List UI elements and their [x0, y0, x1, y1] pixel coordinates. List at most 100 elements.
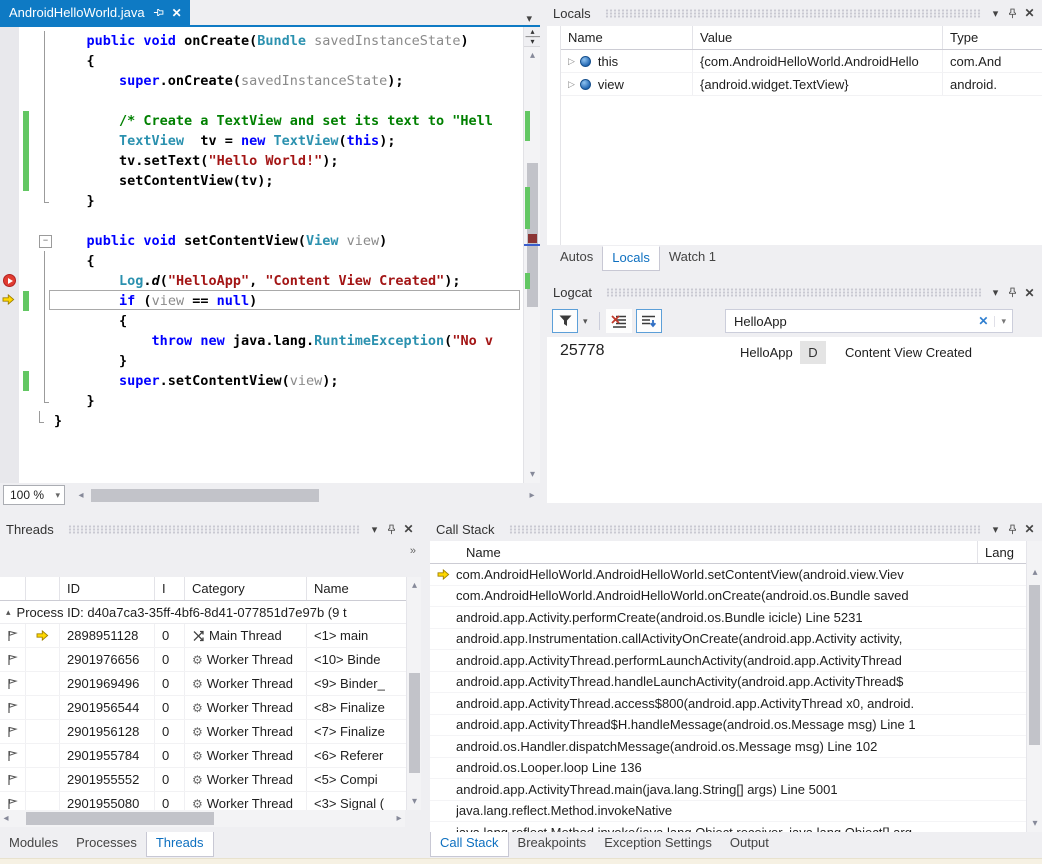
- expander-icon[interactable]: ▷: [568, 79, 575, 90]
- scrollbar-thumb[interactable]: [1029, 585, 1040, 745]
- code-line[interactable]: }: [0, 191, 523, 211]
- flag-cell[interactable]: [0, 744, 26, 767]
- flag-cell[interactable]: [0, 768, 26, 791]
- locals-row[interactable]: ▷this{com.AndroidHelloWorld.AndroidHello…: [561, 50, 1042, 73]
- locals-title-bar[interactable]: Locals ▾ ✕: [547, 0, 1042, 24]
- close-icon[interactable]: ✕: [1021, 5, 1038, 22]
- threads-header[interactable]: ID I Category Name: [0, 577, 421, 601]
- scroll-right-icon[interactable]: ▸: [393, 810, 405, 827]
- code-line[interactable]: TextView tv = new TextView(this);: [0, 131, 523, 151]
- splitter-handle-icon[interactable]: ▴——▾: [524, 27, 540, 47]
- call-stack-vertical-scrollbar[interactable]: ▴ ▾: [1026, 541, 1042, 832]
- column-header-name[interactable]: Name: [456, 541, 978, 563]
- scroll-down-icon[interactable]: ▾: [1027, 818, 1042, 829]
- code-line[interactable]: [0, 91, 523, 111]
- tab-breakpoints[interactable]: Breakpoints: [509, 832, 596, 857]
- column-header-managed-id[interactable]: I: [155, 577, 185, 600]
- tab-exception-settings[interactable]: Exception Settings: [595, 832, 721, 857]
- editor-zoom-select[interactable]: 100 % ▾: [3, 485, 65, 505]
- code-line[interactable]: {: [0, 251, 523, 271]
- locals-row[interactable]: ▷view{android.widget.TextView}android.: [561, 73, 1042, 96]
- tab-processes[interactable]: Processes: [67, 832, 146, 857]
- scroll-up-icon[interactable]: ▴: [407, 580, 421, 591]
- thread-row[interactable]: 29019766560⚙ Worker Thread<10> Binde: [0, 648, 421, 672]
- search-options-caret-icon[interactable]: ▾: [994, 316, 1012, 327]
- window-position-caret-icon[interactable]: ▾: [987, 284, 1004, 301]
- stack-frame-row[interactable]: android.app.ActivityThread$H.handleMessa…: [430, 715, 1042, 737]
- logcat-list[interactable]: 25778HelloAppDContent View Created: [547, 337, 1042, 503]
- editor-vertical-scrollbar[interactable]: ▴——▾ ▴ ▾: [523, 27, 540, 483]
- close-icon[interactable]: ✕: [172, 6, 182, 20]
- close-icon[interactable]: ✕: [1021, 521, 1038, 538]
- flag-cell[interactable]: [0, 792, 26, 810]
- stack-frame-row[interactable]: com.AndroidHelloWorld.AndroidHelloWorld.…: [430, 564, 1042, 586]
- stack-frame-row[interactable]: android.os.Looper.loop Line 136: [430, 758, 1042, 780]
- toolbar-overflow-icon[interactable]: »: [410, 545, 415, 557]
- pin-icon[interactable]: [1004, 284, 1021, 301]
- pin-icon[interactable]: [1004, 521, 1021, 538]
- flag-icon[interactable]: [7, 678, 18, 690]
- tab-autos[interactable]: Autos: [551, 246, 602, 269]
- stack-frame-row[interactable]: android.app.ActivityThread.performLaunch…: [430, 650, 1042, 672]
- flag-icon[interactable]: [7, 630, 18, 642]
- tab-modules[interactable]: Modules: [0, 832, 67, 857]
- window-position-caret-icon[interactable]: ▾: [366, 521, 383, 538]
- column-header-id[interactable]: ID: [60, 577, 155, 600]
- stack-frame-row[interactable]: java.lang.reflect.Method.invokeNative: [430, 801, 1042, 823]
- code-line[interactable]: [0, 211, 523, 231]
- code-line[interactable]: super.onCreate(savedInstanceState);: [0, 71, 523, 91]
- tab-threads[interactable]: Threads: [146, 832, 214, 857]
- document-list-caret-icon[interactable]: ▾: [518, 12, 540, 25]
- stack-frame-row[interactable]: com.AndroidHelloWorld.AndroidHelloWorld.…: [430, 586, 1042, 608]
- window-position-caret-icon[interactable]: ▾: [987, 5, 1004, 22]
- stack-frame-row[interactable]: android.app.ActivityThread.main(java.lan…: [430, 779, 1042, 801]
- code-line[interactable]: }: [0, 391, 523, 411]
- flag-cell[interactable]: [0, 696, 26, 719]
- call-stack-title-bar[interactable]: Call Stack ▾ ✕: [430, 517, 1042, 541]
- code-line[interactable]: {: [0, 51, 523, 71]
- scrollbar-thumb[interactable]: [409, 673, 420, 773]
- column-header-value[interactable]: Value: [693, 26, 943, 49]
- thread-row[interactable]: 29019555520⚙ Worker Thread<5> Compi: [0, 768, 421, 792]
- collapse-icon[interactable]: ▴: [6, 607, 11, 618]
- thread-row[interactable]: 29019557840⚙ Worker Thread<6> Referer: [0, 744, 421, 768]
- pin-icon[interactable]: [383, 521, 400, 538]
- code-line[interactable]: super.setContentView(view);: [0, 371, 523, 391]
- column-header-active[interactable]: [26, 577, 60, 600]
- filter-caret-icon[interactable]: ▾: [578, 316, 593, 327]
- column-header-type[interactable]: Type: [943, 26, 1042, 49]
- stack-frame-row[interactable]: android.app.Instrumentation.callActivity…: [430, 629, 1042, 651]
- locals-header[interactable]: Name Value Type: [561, 26, 1042, 50]
- column-header-flag[interactable]: [0, 577, 26, 600]
- thread-row[interactable]: 29019694960⚙ Worker Thread<9> Binder_: [0, 672, 421, 696]
- code-line[interactable]: {: [0, 311, 523, 331]
- flag-icon[interactable]: [7, 750, 18, 762]
- scroll-down-icon[interactable]: ▾: [524, 469, 540, 480]
- tab-output[interactable]: Output: [721, 832, 778, 857]
- code-line[interactable]: }: [0, 411, 523, 431]
- flag-cell[interactable]: [0, 648, 26, 671]
- code-editor[interactable]: public void onCreate(Bundle savedInstanc…: [0, 27, 540, 483]
- stack-frame-row[interactable]: android.os.Handler.dispatchMessage(andro…: [430, 736, 1042, 758]
- column-header-category[interactable]: Category: [185, 577, 307, 600]
- column-header-name[interactable]: Name: [307, 577, 421, 600]
- thread-row[interactable]: 29019565440⚙ Worker Thread<8> Finalize: [0, 696, 421, 720]
- pin-icon[interactable]: [153, 7, 164, 18]
- threads-title-bar[interactable]: Threads ▾ ✕: [0, 517, 421, 541]
- filter-icon[interactable]: [552, 309, 578, 333]
- scrollbar-thumb[interactable]: [91, 489, 319, 502]
- editor-horizontal-scrollbar[interactable]: ◂ ▸: [75, 487, 538, 504]
- code-line[interactable]: throw new java.lang.RuntimeException("No…: [0, 331, 523, 351]
- column-header-name[interactable]: Name: [561, 26, 693, 49]
- window-position-caret-icon[interactable]: ▾: [987, 521, 1004, 538]
- clear-search-icon[interactable]: ✕: [972, 314, 994, 328]
- code-line[interactable]: /* Create a TextView and set its text to…: [0, 111, 523, 131]
- fold-margin[interactable]: [38, 231, 51, 251]
- breakpoint-icon[interactable]: [3, 274, 16, 287]
- scroll-up-icon[interactable]: ▴: [1027, 567, 1042, 578]
- variable-type-cell[interactable]: android.: [943, 73, 1042, 95]
- flag-cell[interactable]: [0, 720, 26, 743]
- variable-value-cell[interactable]: {com.AndroidHelloWorld.AndroidHello: [693, 50, 943, 72]
- close-icon[interactable]: ✕: [400, 521, 417, 538]
- tab-watch-1[interactable]: Watch 1: [660, 246, 725, 269]
